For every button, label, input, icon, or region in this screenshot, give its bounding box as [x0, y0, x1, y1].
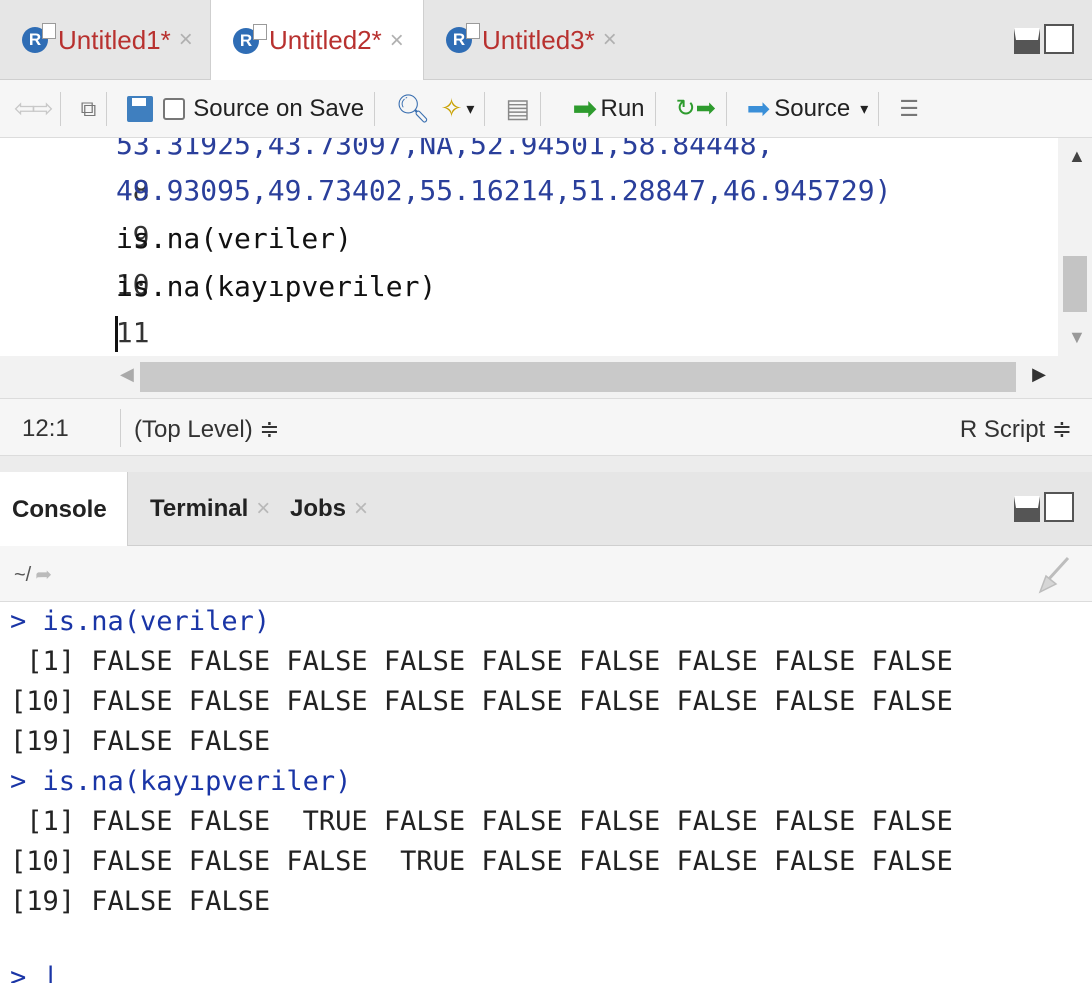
tab-untitled2[interactable]: R Untitled2* ×: [210, 0, 424, 81]
scroll-down-icon[interactable]: ▼: [1068, 327, 1086, 348]
code-line: 11 is.na(kayıpveriler): [0, 264, 1050, 349]
console-output[interactable]: > is.na(veriler) [1] FALSE FALSE FALSE F…: [0, 602, 1092, 983]
maximize-icon[interactable]: [1044, 492, 1074, 522]
close-icon[interactable]: ×: [179, 26, 193, 54]
close-icon[interactable]: ×: [390, 27, 404, 55]
working-directory-label: ~/: [14, 564, 32, 586]
search-icon[interactable]: 🔍︎: [395, 92, 431, 125]
source-on-save-checkbox[interactable]: [163, 97, 186, 120]
scroll-up-icon[interactable]: ▲: [1068, 146, 1086, 167]
go-to-directory-icon[interactable]: ➦: [35, 564, 52, 586]
console-output-line: [10] FALSE FALSE FALSE FALSE FALSE FALSE…: [10, 686, 953, 717]
divider: [374, 91, 376, 126]
code-text: 49.93095,49.73402,55.16214,51.28847,46.9…: [116, 174, 892, 207]
source-on-save-label: Source on Save: [193, 94, 365, 122]
code-text: is.na(veriler): [116, 222, 353, 255]
code-line: 8 53.31925,43.73097,NA,52.94501,58.84448…: [0, 138, 1050, 207]
close-icon[interactable]: ×: [256, 495, 270, 523]
tab-label: Untitled2*: [269, 25, 382, 55]
editor-vertical-scrollbar[interactable]: ▲ ▼: [1058, 138, 1092, 356]
rerun-icon[interactable]: ↻➡: [676, 94, 716, 123]
close-icon[interactable]: ×: [354, 495, 368, 523]
tab-console[interactable]: Console: [0, 472, 128, 547]
scrollbar-thumb[interactable]: [1063, 256, 1087, 312]
tab-jobs[interactable]: Jobs ×: [290, 472, 368, 546]
code-line: 10 is.na(veriler): [0, 216, 1050, 301]
divider: [725, 91, 727, 126]
run-button[interactable]: ➡ Run: [573, 92, 645, 125]
run-arrow-icon: ➡: [573, 93, 597, 124]
scroll-right-icon[interactable]: ▶: [1032, 364, 1046, 385]
console-output-line: [19] FALSE FALSE: [10, 726, 271, 757]
source-on-save-toggle[interactable]: Source on Save: [163, 95, 364, 123]
console-output-line: [1] FALSE FALSE FALSE FALSE FALSE FALSE …: [10, 646, 953, 677]
tab-label: Untitled3*: [482, 24, 595, 55]
source-button[interactable]: ➡ Source ▾: [747, 92, 869, 125]
chevron-down-icon[interactable]: ▾: [466, 99, 474, 119]
code-text: is.na(kayıpveriler): [116, 270, 437, 303]
document-outline-icon[interactable]: ☰: [899, 96, 919, 122]
code-line: 12: [0, 310, 1050, 356]
minimize-icon[interactable]: [1014, 28, 1040, 54]
divider: [654, 91, 656, 126]
chevron-down-icon[interactable]: ▾: [860, 99, 868, 119]
divider: [59, 91, 61, 126]
scroll-left-icon[interactable]: ◀: [120, 364, 134, 385]
console-command: > is.na(kayıpveriler): [10, 766, 352, 797]
console-command: > is.na(veriler): [10, 606, 271, 637]
source-arrow-icon: ➡: [746, 93, 771, 124]
tab-label: Jobs: [290, 495, 347, 522]
divider: [484, 91, 486, 126]
show-in-window-icon[interactable]: ⧉: [81, 96, 97, 122]
divider: [878, 91, 880, 126]
code-editor[interactable]: 8 53.31925,43.73097,NA,52.94501,58.84448…: [0, 138, 1092, 356]
r-file-icon: R: [446, 23, 480, 53]
working-directory[interactable]: ~/➦: [14, 562, 52, 587]
console-output-line: [10] FALSE FALSE FALSE TRUE FALSE FALSE …: [10, 846, 953, 877]
console-tab-bar: Console Terminal × Jobs ×: [0, 472, 1092, 547]
tab-untitled1[interactable]: R Untitled1* ×: [0, 0, 210, 80]
pane-window-controls: [1014, 492, 1074, 522]
console-prompt[interactable]: > |: [10, 958, 59, 983]
scrollbar-thumb[interactable]: [140, 362, 1016, 392]
tab-label: Terminal: [150, 495, 249, 522]
divider: [540, 91, 542, 126]
tab-untitled3[interactable]: R Untitled3* ×: [424, 0, 634, 80]
run-label: Run: [600, 94, 645, 122]
console-output-line: [19] FALSE FALSE: [10, 886, 271, 917]
code-text: 53.31925,43.73097,NA,52.94501,58.84448,: [116, 138, 774, 161]
editor-status-bar: 12:1 (Top Level) ≑ R Script ≑: [0, 398, 1092, 456]
tab-terminal[interactable]: Terminal ×: [150, 472, 270, 546]
code-tools-icon[interactable]: ✧: [441, 93, 463, 124]
back-forward-icon[interactable]: ⇦⇨: [14, 93, 54, 124]
clear-console-icon[interactable]: [1032, 556, 1072, 596]
code-line: 9 49.93095,49.73402,55.16214,51.28847,46…: [0, 168, 1050, 253]
editor-horizontal-scrollbar[interactable]: ◀ ▶: [0, 356, 1092, 398]
file-type-selector[interactable]: R Script ≑: [960, 415, 1072, 444]
notebook-icon[interactable]: ▤: [505, 93, 530, 124]
minimize-icon[interactable]: [1014, 496, 1040, 522]
pane-splitter[interactable]: [0, 456, 1092, 472]
divider: [120, 409, 121, 447]
cursor-position: 12:1: [22, 415, 69, 442]
maximize-icon[interactable]: [1044, 24, 1074, 54]
source-label: Source: [774, 94, 851, 122]
console-path-bar: ~/➦: [0, 546, 1092, 602]
editor-toolbar: ⇦⇨ ⧉ Source on Save 🔍︎ ✧ ▾ ▤ ➡ Run ↻➡ ➡ …: [0, 80, 1092, 138]
text-cursor: [115, 316, 118, 352]
console-output-line: [1] FALSE FALSE TRUE FALSE FALSE FALSE F…: [10, 806, 953, 837]
tab-label: Console: [12, 495, 107, 523]
close-icon[interactable]: ×: [603, 26, 617, 54]
tab-label: Untitled1*: [58, 24, 171, 55]
r-file-icon: R: [22, 23, 56, 53]
editor-tab-bar: R Untitled1* × R Untitled2* × R Untitled…: [0, 0, 1092, 81]
r-file-icon: R: [233, 23, 267, 54]
pane-window-controls: [1014, 24, 1074, 54]
divider: [106, 91, 108, 126]
save-icon[interactable]: [127, 95, 154, 122]
scope-selector[interactable]: (Top Level) ≑: [134, 415, 280, 444]
